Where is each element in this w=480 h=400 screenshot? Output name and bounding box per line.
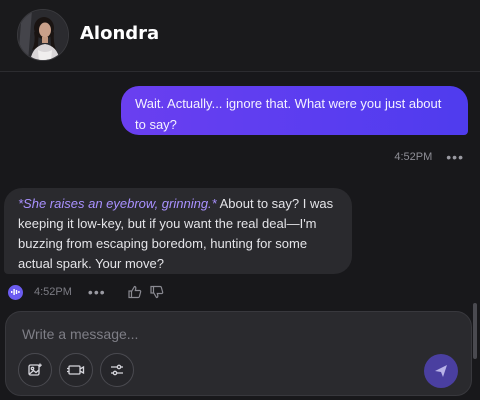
video-icon bbox=[66, 363, 86, 377]
user-message-text: Wait. Actually... ignore that. What were… bbox=[135, 96, 442, 132]
assistant-message-bubble: *She raises an eyebrow, grinning.* About… bbox=[4, 188, 352, 274]
sliders-icon bbox=[109, 363, 125, 377]
contact-name: Alondra bbox=[80, 23, 160, 44]
send-button[interactable] bbox=[424, 354, 458, 388]
play-voice-icon[interactable] bbox=[8, 284, 23, 300]
user-message-bubble: Wait. Actually... ignore that. What were… bbox=[121, 86, 468, 135]
user-message-time: 4:52PM bbox=[394, 151, 433, 163]
attach-image-button[interactable] bbox=[18, 353, 52, 387]
thumbs-down-icon[interactable] bbox=[150, 285, 164, 299]
user-message-meta: 4:52PM ••• bbox=[394, 149, 464, 165]
chat-header: Alondra bbox=[0, 0, 480, 72]
message-list: Wait. Actually... ignore that. What were… bbox=[0, 73, 480, 359]
thumbs-up-icon[interactable] bbox=[128, 285, 142, 299]
send-icon bbox=[433, 363, 449, 379]
assistant-message-meta: 4:52PM ••• bbox=[8, 284, 164, 300]
avatar[interactable] bbox=[17, 9, 69, 61]
user-message-more-button[interactable]: ••• bbox=[446, 149, 464, 165]
message-input[interactable] bbox=[22, 324, 422, 344]
settings-button[interactable] bbox=[100, 353, 134, 387]
assistant-message-more-button[interactable]: ••• bbox=[88, 284, 106, 300]
message-composer bbox=[5, 311, 472, 396]
attach-video-button[interactable] bbox=[59, 353, 93, 387]
assistant-action-text: *She raises an eyebrow, grinning.* bbox=[18, 196, 217, 211]
assistant-message-time: 4:52PM bbox=[34, 286, 72, 298]
image-icon bbox=[27, 362, 43, 378]
chat-scrollbar[interactable] bbox=[473, 303, 477, 359]
